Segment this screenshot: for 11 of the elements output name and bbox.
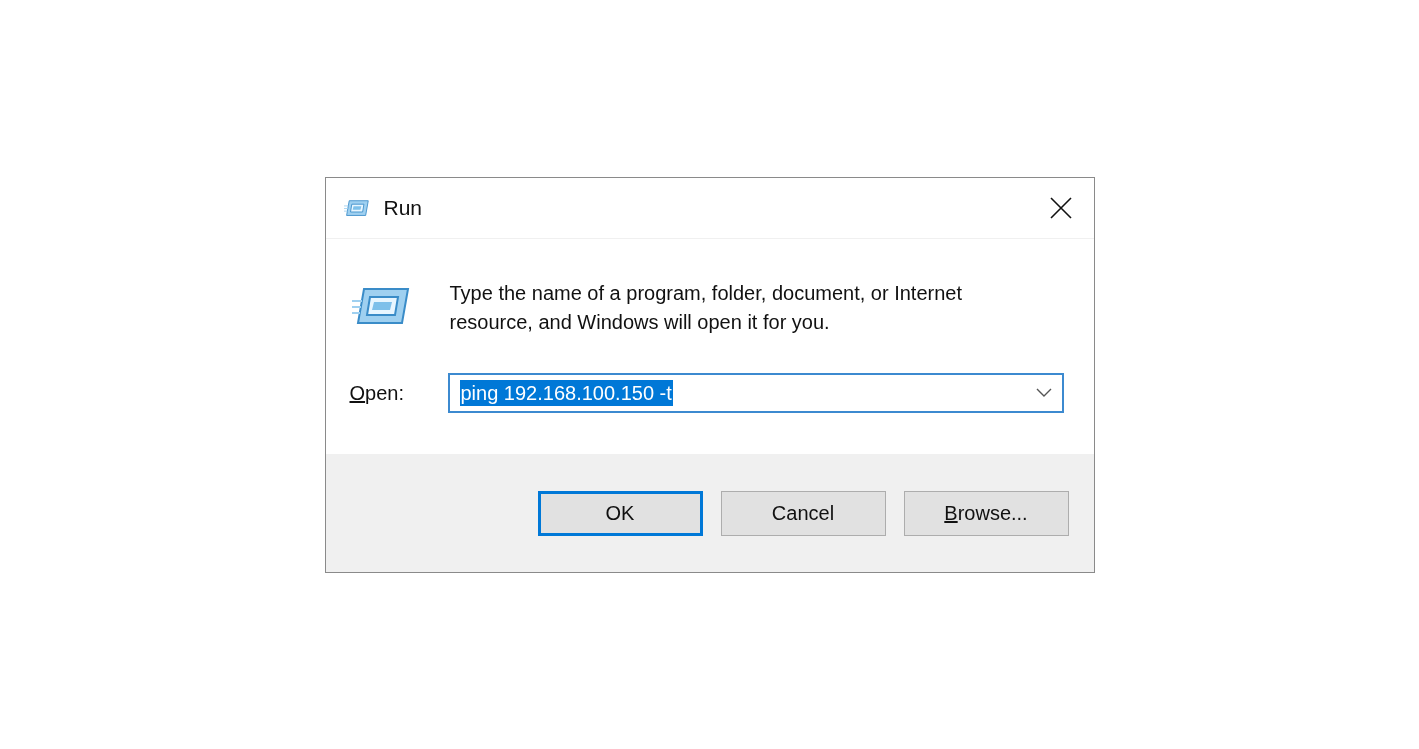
close-icon xyxy=(1049,197,1072,219)
dialog-button[interactable]: OK xyxy=(537,490,703,536)
run-icon xyxy=(351,285,412,327)
instruction-text: Type the name of a program, folder, document, or Internet resource, and Windows will open it for you. xyxy=(449,281,963,335)
run-icon xyxy=(343,198,370,218)
open-label: Open: xyxy=(349,381,405,405)
dialog-button[interactable]: Cancel xyxy=(720,490,886,536)
window-title: Run xyxy=(383,196,424,220)
open-combo-field[interactable]: ping 192.168.100.150 -t xyxy=(447,373,1064,413)
chevron-down-icon[interactable] xyxy=(1035,388,1052,398)
dialog-button[interactable]: Browse... xyxy=(903,490,1069,536)
